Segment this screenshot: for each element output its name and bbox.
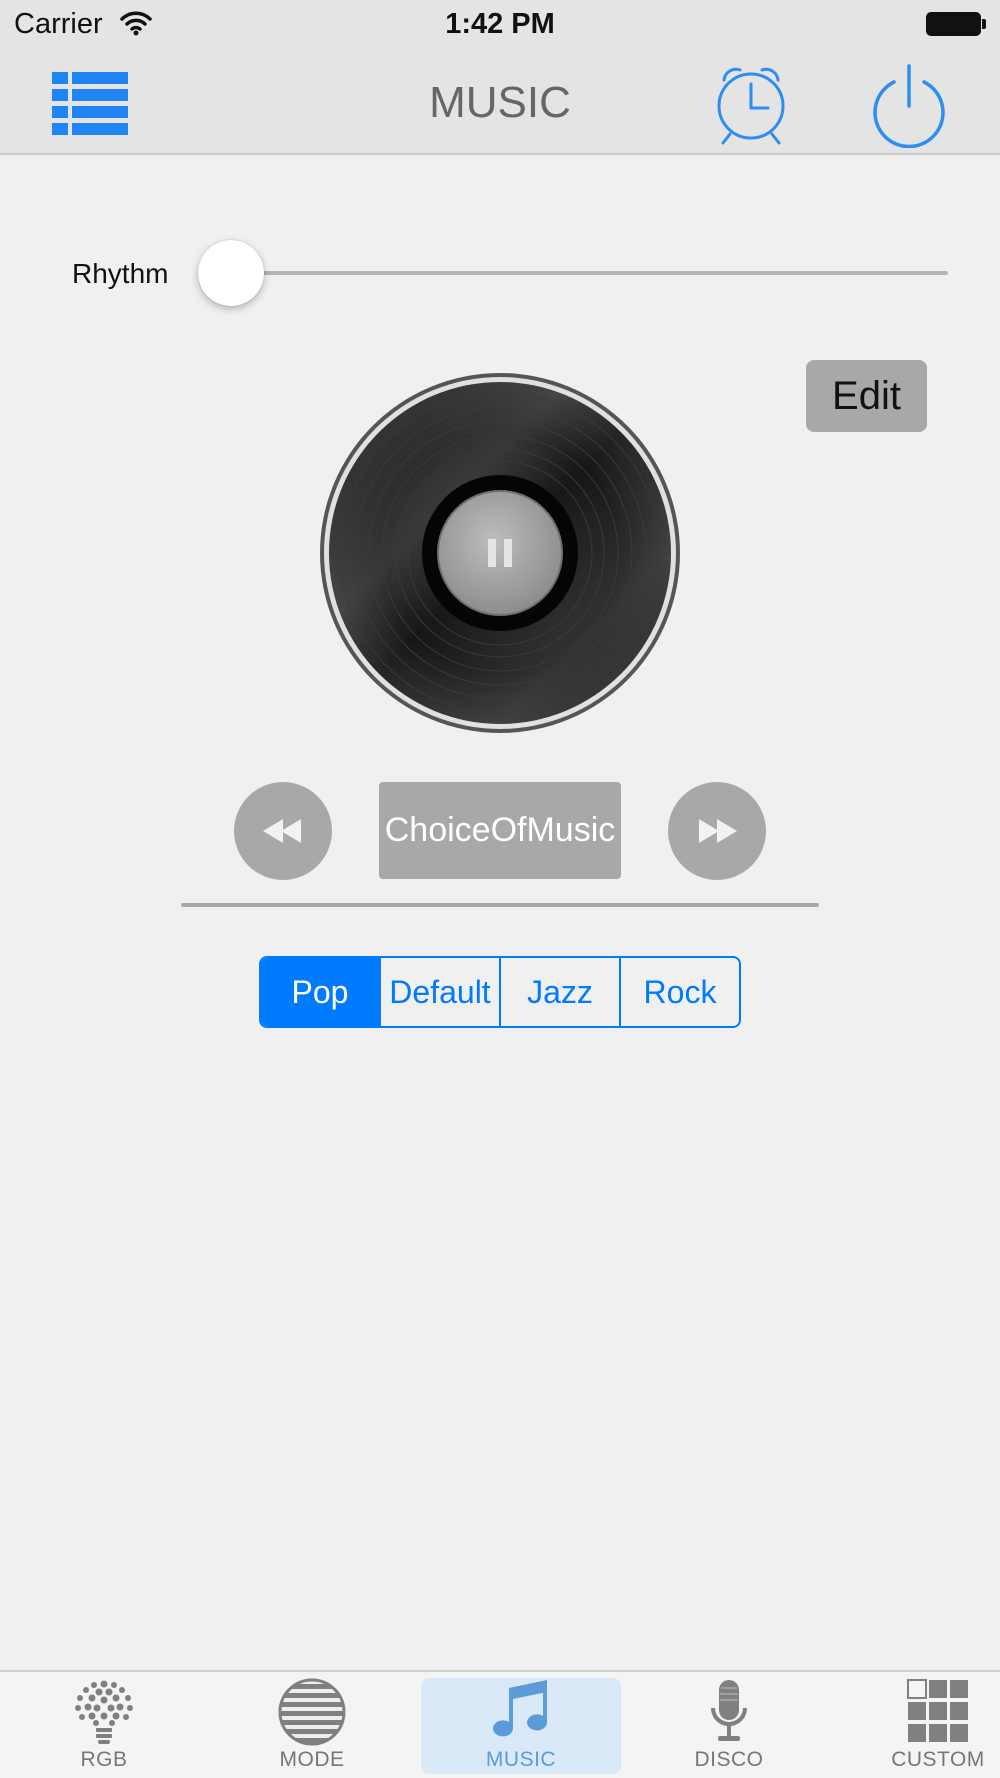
pause-icon <box>488 539 512 567</box>
tab-mode[interactable]: MODE <box>212 1678 412 1776</box>
tab-label: CUSTOM <box>891 1748 985 1771</box>
grid-icon <box>907 1679 968 1742</box>
tab-disco[interactable]: DISCO <box>629 1678 829 1776</box>
tab-label: DISCO <box>694 1748 764 1771</box>
tab-label: RGB <box>80 1748 128 1771</box>
edit-button[interactable]: Edit <box>806 360 927 432</box>
segment-rock[interactable]: Rock <box>619 958 739 1026</box>
fast-forward-icon <box>699 819 737 843</box>
page-title: MUSIC <box>429 78 571 127</box>
tab-rgb[interactable]: RGB <box>4 1678 204 1776</box>
tab-label: MUSIC <box>485 1748 557 1771</box>
segment-default[interactable]: Default <box>379 958 499 1026</box>
nav-bar: MUSIC <box>0 50 1000 155</box>
rewind-icon <box>263 819 301 843</box>
alarm-clock-icon <box>717 67 785 145</box>
battery-icon <box>926 12 986 36</box>
status-bar: Carrier 1:42 PM <box>0 0 1000 50</box>
choice-of-music-button[interactable]: ChoiceOfMusic <box>379 782 621 879</box>
next-button[interactable] <box>668 782 766 880</box>
genre-segmented-control: Pop Default Jazz Rock <box>259 956 741 1028</box>
slider-thumb[interactable] <box>198 240 264 306</box>
tab-label: MODE <box>279 1748 345 1771</box>
segment-jazz[interactable]: Jazz <box>499 958 619 1026</box>
striped-circle-icon <box>278 1678 346 1746</box>
tab-music[interactable]: MUSIC <box>421 1678 621 1776</box>
tab-bar: RGB MODE MUSIC DISCO CUSTOM <box>0 1670 1000 1778</box>
previous-button[interactable] <box>234 782 332 880</box>
lightbulb-dots-icon <box>75 1680 133 1744</box>
alarm-button[interactable] <box>706 58 796 148</box>
tab-custom[interactable]: CUSTOM <box>838 1678 1000 1776</box>
microphone-icon <box>710 1680 748 1741</box>
rhythm-slider[interactable] <box>198 240 948 306</box>
power-button[interactable] <box>864 58 954 149</box>
music-note-icon <box>493 1680 548 1737</box>
rhythm-label: Rhythm <box>72 258 169 289</box>
segment-pop[interactable]: Pop <box>261 958 379 1026</box>
power-icon <box>873 64 945 149</box>
status-time: 1:42 PM <box>445 8 555 40</box>
vinyl-record[interactable] <box>318 371 682 735</box>
slider-track <box>218 271 948 275</box>
divider <box>181 903 819 907</box>
